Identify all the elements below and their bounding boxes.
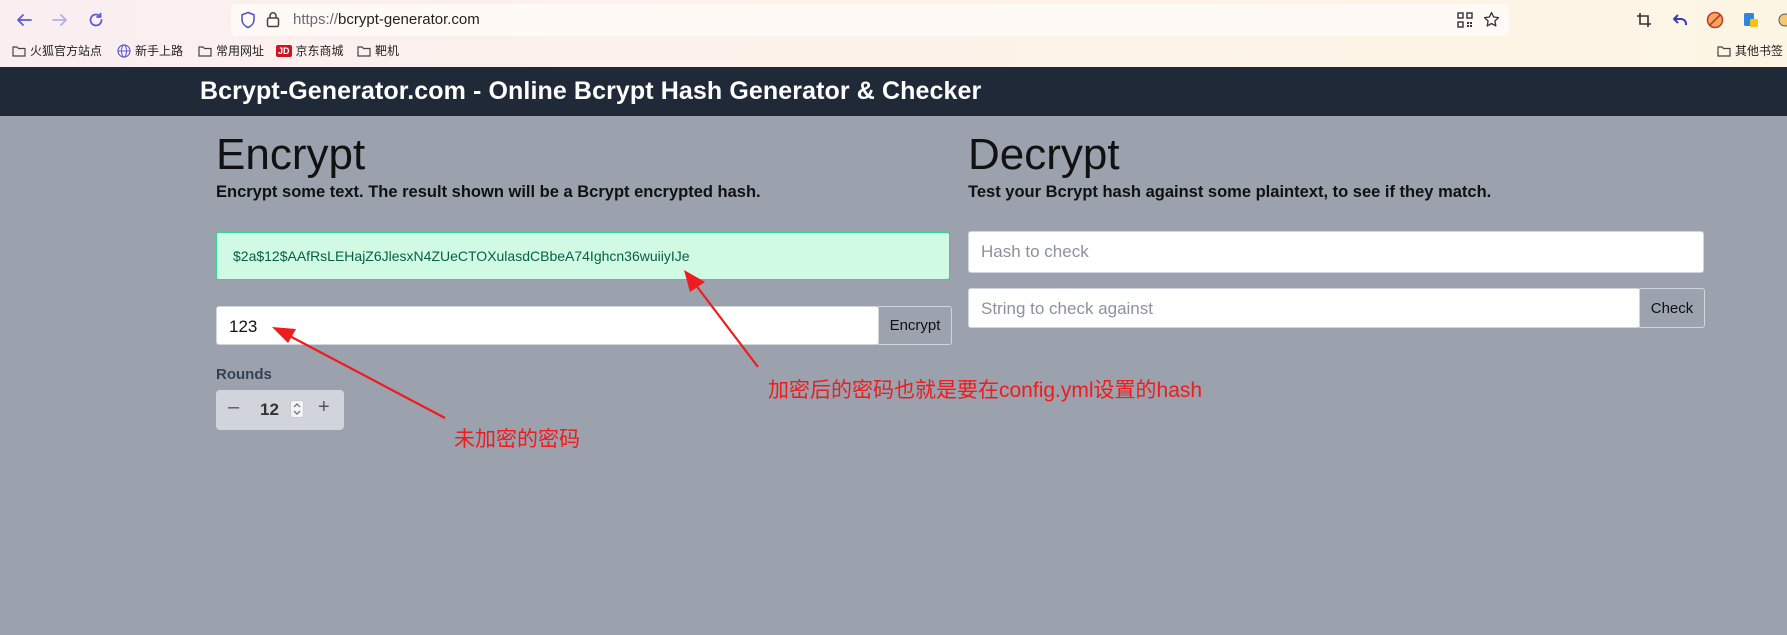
hash-annotation-text: 加密后的密码也就是要在config.yml设置的hash xyxy=(768,379,1203,402)
plaintext-annotation-arrow xyxy=(272,327,446,419)
plaintext-annotation-text: 未加密的密码 xyxy=(454,428,580,451)
hash-annotation-arrow xyxy=(684,270,759,368)
annotation-arrows xyxy=(272,270,759,419)
